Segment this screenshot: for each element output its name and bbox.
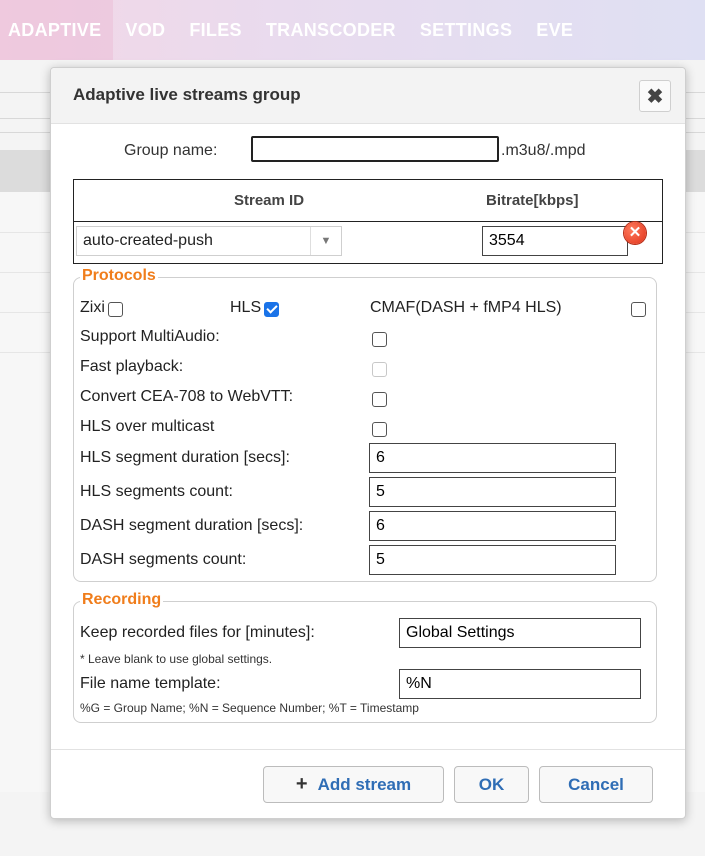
ok-label: OK [478,774,505,794]
streams-table: Stream ID Bitrate[kbps] auto-created-pus… [73,179,663,264]
recording-legend: Recording [80,591,164,609]
support-multiaudio-label: Support MultiAudio: [80,328,220,345]
hls-segments-count-input[interactable] [369,477,616,507]
adaptive-group-dialog: Adaptive live streams group ✖ Group name… [50,67,686,819]
zixi-label: Zixi [80,299,105,316]
group-name-row: Group name: .m3u8/.mpd [51,134,685,164]
streams-table-header: Stream ID Bitrate[kbps] [74,180,662,222]
nav-settings[interactable]: SETTINGS [408,20,524,41]
protocols-fieldset: Protocols Zixi HLS CMAF(DASH + fMP4 HLS)… [73,267,657,582]
bitrate-input[interactable] [482,226,628,256]
chevron-down-icon[interactable]: ▼ [310,227,341,255]
cancel-button[interactable]: Cancel [539,766,653,803]
dialog-title: Adaptive live streams group [73,85,301,104]
file-template-label: File name template: [80,675,221,692]
file-template-input[interactable] [399,669,641,699]
cmaf-checkbox[interactable] [631,302,646,317]
top-nav: ADAPTIVE VOD FILES TRANSCODER SETTINGS E… [0,0,705,60]
close-icon: ✖ [646,85,664,108]
bitrate-header: Bitrate[kbps] [486,192,579,209]
hls-segment-duration-input[interactable] [369,443,616,473]
dash-segments-count-input[interactable] [369,545,616,575]
convert-cea-label: Convert CEA-708 to WebVTT: [80,388,294,405]
stream-id-header: Stream ID [234,192,305,209]
fast-playback-checkbox [372,362,387,377]
hls-multicast-label: HLS over multicast [80,418,215,435]
convert-cea-checkbox[interactable] [372,392,387,407]
support-multiaudio-checkbox[interactable] [372,332,387,347]
add-stream-label: Add stream [317,774,412,794]
hls-segments-count-label: HLS segments count: [80,483,233,500]
cmaf-label: CMAF(DASH + fMP4 HLS) [370,299,562,316]
keep-files-label: Keep recorded files for [minutes]: [80,624,315,641]
hls-segment-duration-label: HLS segment duration [secs]: [80,449,290,466]
close-button[interactable]: ✖ [639,80,671,112]
file-template-note: %G = Group Name; %N = Sequence Number; %… [80,701,419,715]
ok-button[interactable]: OK [454,766,529,803]
keep-files-input[interactable] [399,618,641,648]
protocols-legend: Protocols [80,267,158,285]
hls-label: HLS [230,299,262,316]
nav-events[interactable]: EVE [524,20,585,41]
stream-id-select[interactable]: auto-created-push ▼ [76,226,342,256]
dash-segment-duration-input[interactable] [369,511,616,541]
footer-divider [51,749,685,750]
nav-adaptive[interactable]: ADAPTIVE [0,0,114,60]
dialog-header: Adaptive live streams group ✖ [51,68,685,124]
recording-fieldset: Recording Keep recorded files for [minut… [73,591,657,723]
stream-id-value: auto-created-push [83,232,213,249]
group-name-suffix: .m3u8/.mpd [501,142,586,159]
dash-segments-count-label: DASH segments count: [80,551,247,568]
nav-files[interactable]: FILES [177,20,254,41]
group-name-label: Group name: [124,142,218,159]
nav-transcoder[interactable]: TRANSCODER [254,20,408,41]
add-stream-button[interactable]: + Add stream [263,766,444,803]
nav-vod[interactable]: VOD [113,20,177,41]
group-name-input[interactable] [251,136,499,162]
zixi-checkbox[interactable] [108,302,123,317]
remove-stream-icon[interactable]: ✕ [624,222,646,244]
keep-files-note: * Leave blank to use global settings. [80,652,273,666]
hls-multicast-checkbox[interactable] [372,422,387,437]
hls-checkbox[interactable] [264,302,279,317]
fast-playback-label: Fast playback: [80,358,184,375]
dash-segment-duration-label: DASH segment duration [secs]: [80,517,304,534]
cancel-label: Cancel [568,774,624,794]
plus-icon: + [295,773,308,795]
